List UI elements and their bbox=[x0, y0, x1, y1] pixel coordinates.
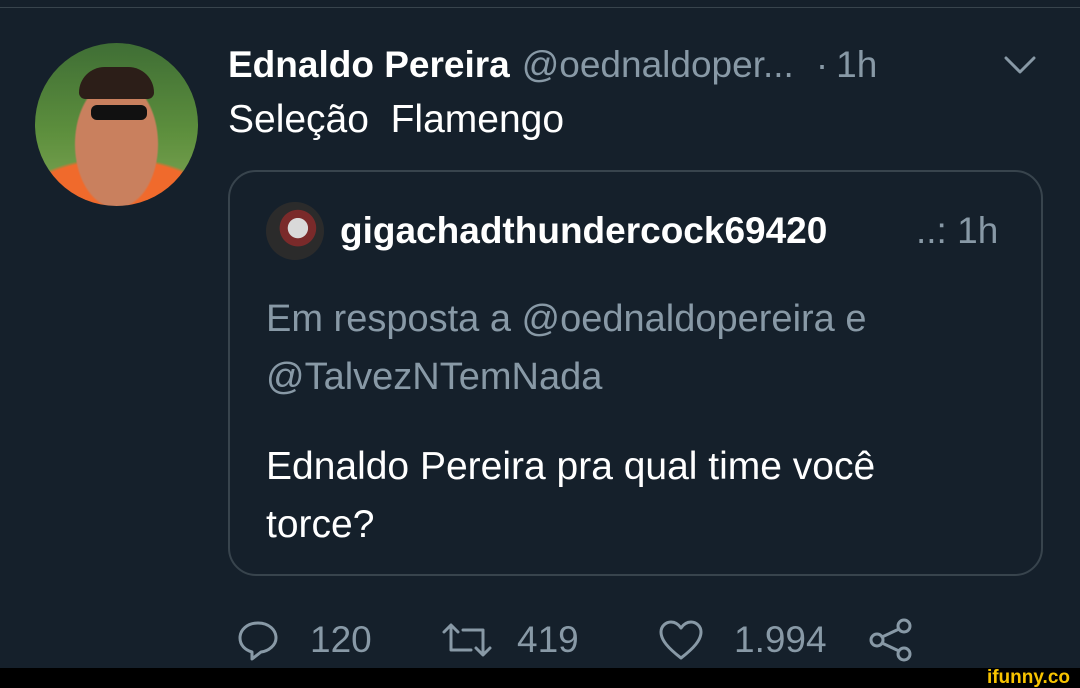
retweet-button[interactable]: 419 bbox=[441, 612, 579, 668]
reply-count: 120 bbox=[310, 619, 372, 660]
quoted-text-line: Ednaldo Pereira pra qual time você bbox=[266, 445, 876, 488]
reply-context-line: @TalvezNTemNada bbox=[266, 356, 603, 398]
author-avatar[interactable] bbox=[35, 43, 198, 206]
chevron-down-icon[interactable] bbox=[1000, 50, 1040, 80]
quoted-text-line: torce? bbox=[266, 503, 375, 546]
reply-button[interactable]: 120 bbox=[236, 612, 372, 668]
retweet-count: 419 bbox=[517, 619, 579, 660]
like-icon bbox=[659, 620, 703, 660]
retweet-icon bbox=[442, 623, 492, 657]
avatar-sunglasses bbox=[91, 105, 147, 120]
top-divider bbox=[0, 7, 1080, 8]
share-button[interactable] bbox=[868, 612, 914, 668]
reply-context-line: Em resposta a @oednaldopereira e bbox=[266, 298, 867, 340]
reply-context: Em resposta a @oednaldopereira e @Talvez… bbox=[266, 290, 1026, 406]
tweet-header: Ednaldo Pereira @oednaldoper... · 1h bbox=[228, 38, 877, 92]
tweet-text: Seleção Flamengo bbox=[228, 98, 565, 141]
quoted-tweet-card[interactable]: gigachadthundercock69420 ..: 1h Em respo… bbox=[228, 170, 1043, 576]
watermark-bar: ifunny.co bbox=[0, 668, 1080, 688]
tweet-actions: 120 419 1.994 bbox=[0, 612, 1080, 668]
header-separator: · bbox=[815, 44, 829, 85]
tweet-time[interactable]: 1h bbox=[836, 44, 877, 86]
quoted-author-name[interactable]: gigachadthundercock69420 bbox=[340, 210, 827, 252]
share-icon bbox=[869, 618, 912, 662]
author-name[interactable]: Ednaldo Pereira bbox=[228, 44, 510, 86]
like-button[interactable]: 1.994 bbox=[658, 612, 827, 668]
author-handle[interactable]: @oednaldoper... bbox=[522, 44, 794, 86]
quoted-tweet-time: ..: 1h bbox=[916, 210, 999, 251]
reply-icon bbox=[238, 621, 278, 661]
like-count: 1.994 bbox=[734, 619, 827, 660]
quoted-tweet-text: Ednaldo Pereira pra qual time você torce… bbox=[266, 438, 1026, 554]
brand-watermark: ifunny.co bbox=[986, 667, 1070, 688]
quoted-author-avatar[interactable] bbox=[266, 202, 324, 260]
avatar-hair bbox=[79, 67, 154, 99]
